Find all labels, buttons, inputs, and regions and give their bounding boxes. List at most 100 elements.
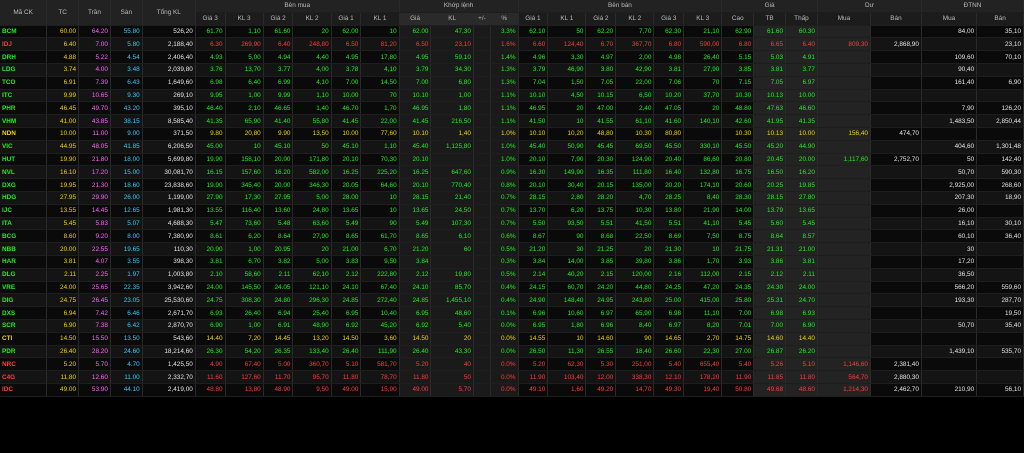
- subheader-cell[interactable]: Cao: [721, 12, 755, 26]
- data-cell: 20.10: [518, 153, 549, 167]
- data-cell: [870, 165, 922, 180]
- data-cell: 45.20: [753, 140, 787, 154]
- symbol-cell[interactable]: HAR: [0, 255, 48, 269]
- table-row[interactable]: DXG 19.95 21.30 18.60 23,838,60 19.90 345,40 20…: [0, 178, 1024, 192]
- table-row[interactable]: ITA 5.45 5.83 5.07 4,688,30 5.47 73,60 5.48 63,6…: [0, 217, 1024, 231]
- table-row[interactable]: HUT 19.90 21.80 18.00 5,699,80 19.90 158,10 20.…: [0, 153, 1024, 167]
- table-row[interactable]: IJC 13.55 14.45 12.65 1,981,30 13.55 116,40 13.…: [0, 204, 1024, 218]
- data-cell: 6,70: [360, 242, 400, 256]
- symbol-cell[interactable]: HDG: [0, 191, 48, 205]
- symbol-cell[interactable]: IDJ: [0, 37, 48, 52]
- symbol-cell[interactable]: NVL: [0, 165, 48, 180]
- symbol-cell[interactable]: NDN: [0, 127, 48, 141]
- table-row[interactable]: IDJ 6.40 7.00 5.80 2,188,40 6.30 269,90 6.40 248…: [0, 37, 1024, 52]
- table-row[interactable]: NBB 20.00 22.55 19.65 110,30 20.90 1,00 20.95 20…: [0, 242, 1024, 256]
- table-row[interactable]: PHR 46.45 49.70 43.20 395,10 46.40 2,10 46.65 1,…: [0, 101, 1024, 116]
- header-symbol[interactable]: Mã CK: [0, 0, 48, 26]
- data-cell: 6.98: [753, 306, 787, 320]
- symbol-cell[interactable]: VRE: [0, 281, 48, 295]
- data-cell: 24.10: [331, 281, 362, 295]
- symbol-cell[interactable]: SCR: [0, 319, 48, 333]
- symbol-cell[interactable]: VIC: [0, 140, 48, 154]
- data-cell: 24.60: [110, 345, 143, 359]
- data-cell: 535,70: [976, 345, 1024, 359]
- subheader-cell[interactable]: Mua: [817, 12, 871, 26]
- subheader-cell[interactable]: Bán: [870, 12, 922, 26]
- header-ceiling[interactable]: Trần: [78, 0, 111, 26]
- table-row[interactable]: SCR 6.90 7.38 6.42 2,870,70 6.90 1,00 6.91 48,90…: [0, 319, 1024, 333]
- symbol-cell[interactable]: TCO: [0, 76, 48, 90]
- symbol-cell[interactable]: NRC: [0, 357, 48, 372]
- symbol-cell[interactable]: DXG: [0, 178, 48, 192]
- header-total-volume[interactable]: Tổng KL: [142, 0, 196, 26]
- symbol-cell[interactable]: IDC: [0, 383, 48, 397]
- data-cell: [473, 63, 491, 77]
- table-row[interactable]: HDG 27.95 29.90 26.00 1,199,00 27.90 17,30 27.9…: [0, 191, 1024, 205]
- subheader-cell[interactable]: KL 3: [225, 12, 264, 26]
- table-row[interactable]: VIC 44.95 48.05 41.85 6,206,50 45.00 10 45.10 50…: [0, 140, 1024, 154]
- subheader-cell[interactable]: Mua: [921, 12, 978, 26]
- symbol-cell[interactable]: HUT: [0, 153, 48, 167]
- subheader-cell[interactable]: Giá 3: [195, 12, 226, 26]
- symbol-cell[interactable]: PDR: [0, 345, 48, 359]
- subheader-cell[interactable]: Giá 1: [331, 12, 362, 26]
- table-row[interactable]: NRC 5.20 5.70 4.70 1,425,50 4.90 67,40 5.00 360,…: [0, 357, 1024, 372]
- symbol-cell[interactable]: ITA: [0, 217, 48, 231]
- table-row[interactable]: HAR 3.81 4.07 3.55 398,30 3.81 6,70 3.82 5,00 3.8…: [0, 255, 1024, 269]
- symbol-cell[interactable]: DXS: [0, 306, 48, 320]
- symbol-cell[interactable]: VHM: [0, 114, 48, 128]
- data-cell: 8.67: [518, 229, 549, 244]
- table-row[interactable]: BCM 60.00 64.20 55.80 526,20 61.70 1,10 61.60 20…: [0, 25, 1024, 39]
- table-row[interactable]: ITC 9.99 10.65 9.30 269,10 9.95 1,00 9.99 1,10 10…: [0, 89, 1024, 103]
- symbol-cell[interactable]: LDG: [0, 63, 48, 77]
- table-row[interactable]: PDR 26.40 28.20 24.60 18,214,60 26.30 54,20 26.…: [0, 345, 1024, 359]
- subheader-cell[interactable]: TB: [753, 12, 787, 26]
- table-row[interactable]: C4G 11.80 12.60 11.00 2,332,70 11.60 127,60 11.…: [0, 370, 1024, 384]
- symbol-cell[interactable]: CTI: [0, 332, 48, 346]
- table-row[interactable]: VHM 41.00 43.85 38.15 8,585,40 41.35 65,90 41.4…: [0, 114, 1024, 128]
- symbol-cell[interactable]: NBB: [0, 242, 48, 256]
- header-reference[interactable]: TC: [46, 0, 80, 26]
- symbol-cell[interactable]: BCG: [0, 229, 48, 244]
- symbol-cell[interactable]: IJC: [0, 204, 48, 218]
- table-row[interactable]: LDG 3.74 4.00 3.48 2,039,80 3.76 13,70 3.77 4,00…: [0, 63, 1024, 77]
- table-row[interactable]: CTI 14.50 15.50 13.50 543,60 14.40 7,20 14.45 13…: [0, 332, 1024, 346]
- subheader-cell[interactable]: KL 2: [615, 12, 655, 26]
- subheader-cell[interactable]: KL 2: [292, 12, 332, 26]
- symbol-cell[interactable]: DLG: [0, 268, 48, 282]
- symbol-cell[interactable]: DRH: [0, 50, 48, 64]
- subheader-cell[interactable]: KL 1: [547, 12, 587, 26]
- data-cell: 2,870,70: [142, 319, 196, 333]
- subheader-cell[interactable]: Bán: [976, 12, 1024, 26]
- table-row[interactable]: TCO 6.91 7.39 6.43 1,649,60 6.98 6,40 6.99 4,10 7…: [0, 76, 1024, 90]
- subheader-cell[interactable]: %: [490, 12, 519, 26]
- data-cell: 14.00: [721, 204, 755, 218]
- symbol-cell[interactable]: PHR: [0, 101, 48, 116]
- table-row[interactable]: IDC 49.00 53.90 44.10 2,419,00 48.80 13,80 48.9…: [0, 383, 1024, 397]
- table-row[interactable]: DLG 2.11 2.25 1.97 1,003,80 2.10 58,60 2.11 62,1…: [0, 268, 1024, 282]
- subheader-cell[interactable]: +/-: [473, 12, 491, 26]
- table-row[interactable]: DRH 4.88 5.22 4.54 2,406,40 4.93 5,00 4.94 4,40 4…: [0, 50, 1024, 64]
- symbol-cell[interactable]: DIG: [0, 293, 48, 308]
- table-row[interactable]: DIG 24.75 26.45 23.05 25,530,60 24.75 308,30 24…: [0, 293, 1024, 308]
- subheader-cell[interactable]: Giá 3: [653, 12, 685, 26]
- subheader-cell[interactable]: Giá 2: [263, 12, 294, 26]
- data-cell: 7.00: [753, 319, 787, 333]
- table-row[interactable]: NVL 16.10 17.20 15.00 30,081,70 16.15 157,60 16…: [0, 165, 1024, 180]
- table-row[interactable]: DXS 6.94 7.42 6.46 2,671,70 6.93 26,40 6.94 25,4…: [0, 306, 1024, 320]
- subheader-cell[interactable]: Thấp: [785, 12, 818, 26]
- subheader-cell[interactable]: KL 1: [360, 12, 400, 26]
- symbol-cell[interactable]: BCM: [0, 25, 48, 39]
- subheader-cell[interactable]: Giá: [399, 12, 432, 26]
- table-row[interactable]: BCG 8.60 9.20 8.00 7,380,90 8.61 6,20 8.64 27,90…: [0, 229, 1024, 244]
- subheader-cell[interactable]: KL: [430, 12, 474, 26]
- symbol-cell[interactable]: C4G: [0, 370, 48, 384]
- subheader-cell[interactable]: KL 3: [683, 12, 723, 26]
- header-floor[interactable]: Sàn: [110, 0, 143, 26]
- subheader-cell[interactable]: Giá 1: [518, 12, 549, 26]
- data-cell: 62.00: [399, 25, 432, 39]
- symbol-cell[interactable]: ITC: [0, 89, 48, 103]
- table-row[interactable]: NDN 10.00 11.00 9.00 371,50 9.80 20,80 9.90 13,5…: [0, 127, 1024, 141]
- subheader-cell[interactable]: Giá 2: [585, 12, 617, 26]
- table-row[interactable]: VRE 24.00 25.65 22.35 3,942,60 24.00 145,50 24.…: [0, 281, 1024, 295]
